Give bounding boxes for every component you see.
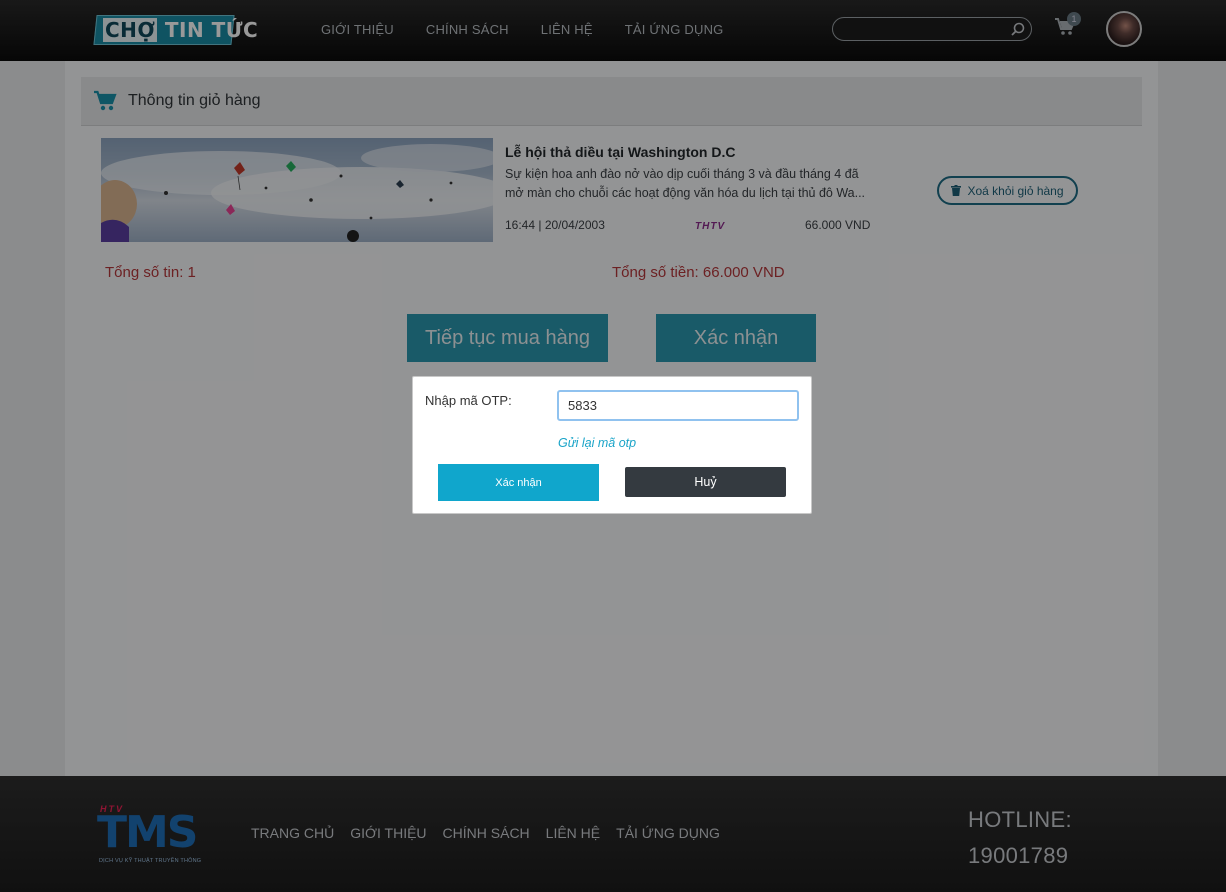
resend-otp-link[interactable]: Gửi lại mã otp [558, 436, 636, 450]
otp-input[interactable] [557, 390, 799, 421]
otp-dialog: Nhập mã OTP: Gửi lại mã otp Xác nhận Huỷ [412, 376, 812, 514]
otp-confirm-button[interactable]: Xác nhận [438, 464, 599, 501]
otp-label: Nhập mã OTP: [425, 393, 512, 408]
otp-cancel-button[interactable]: Huỷ [625, 467, 786, 497]
